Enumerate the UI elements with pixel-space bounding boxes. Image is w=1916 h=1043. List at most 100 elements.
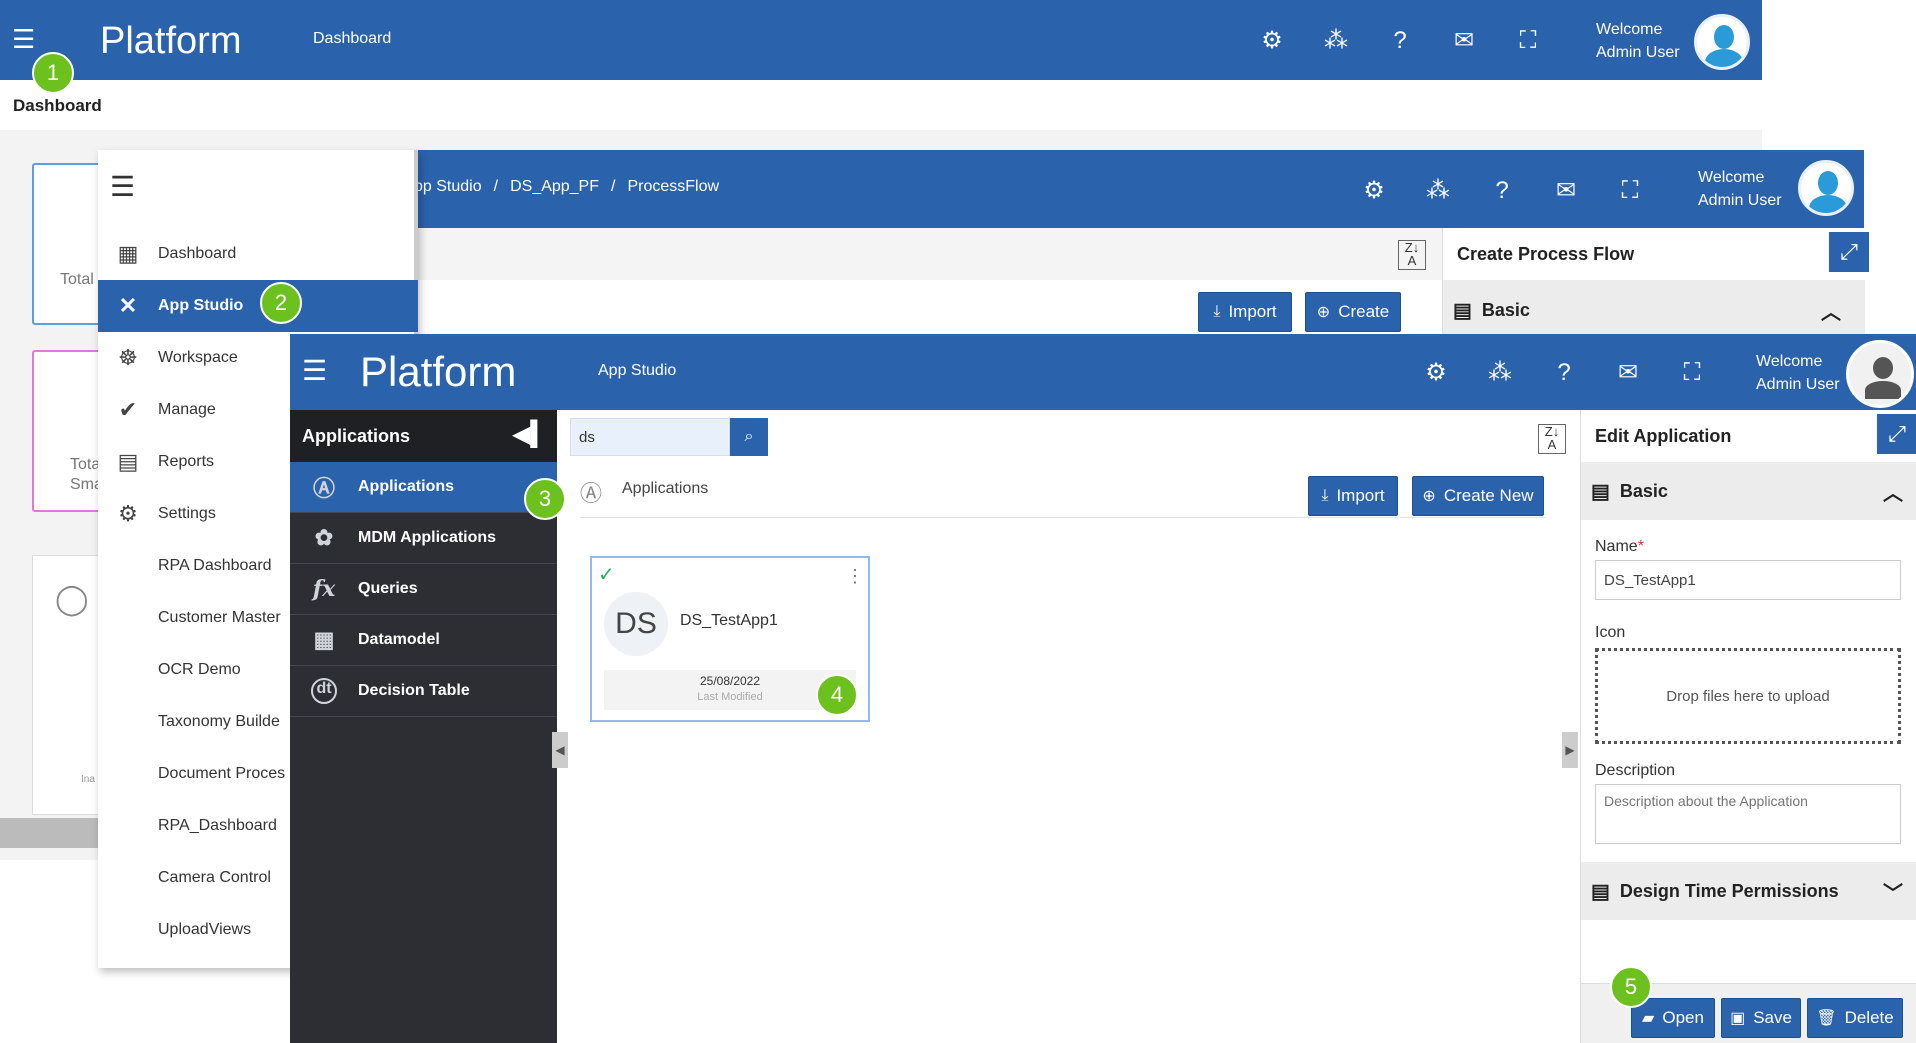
sidebar-item-queries[interactable]: fx Queries xyxy=(290,564,557,615)
dt-icon: dt xyxy=(311,678,337,704)
header-actions: ⚙ ⁂ ? ✉ ⛶ xyxy=(1404,358,1724,387)
header-actions: ⚙ ⁂ ? ✉ ⛶ xyxy=(1342,176,1662,205)
import-button[interactable]: ⤓ Import xyxy=(1308,476,1398,516)
icon-dropzone[interactable]: Drop files here to upload xyxy=(1595,648,1901,744)
applications-icon: Ⓐ xyxy=(312,476,335,501)
step-badge-1: 1 xyxy=(32,52,74,94)
open-button[interactable]: ▰ Open xyxy=(1631,998,1715,1038)
user-circle-icon: ◯ xyxy=(55,583,89,616)
step-badge-4: 4 xyxy=(816,674,858,716)
menu-item-dashboard[interactable]: ▦ Dashboard xyxy=(98,228,418,280)
create-button[interactable]: ⊕ Create xyxy=(1305,292,1401,332)
user-name: Admin User xyxy=(1756,376,1840,393)
processflow-toolbar xyxy=(412,228,1442,280)
appstudio-header: ☰ Platform App Studio ⚙ ⁂ ? ✉ ⛶ Welcome … xyxy=(290,334,1916,410)
app-initials-avatar: DS xyxy=(604,592,668,656)
gear-icon[interactable]: ⚙ xyxy=(1342,176,1406,205)
card-label: Tota xyxy=(70,456,101,473)
network-icon[interactable]: ⁂ xyxy=(1468,358,1532,387)
expand-icon[interactable]: ⤢ xyxy=(1877,414,1916,454)
avatar[interactable] xyxy=(1846,340,1914,408)
form-icon: ▤ xyxy=(1591,480,1610,503)
create-new-button[interactable]: ⊕ Create New xyxy=(1412,476,1544,516)
basic-section-header[interactable]: ▤ Basic ︿ xyxy=(1581,462,1916,520)
search-input[interactable] xyxy=(570,418,730,456)
description-field[interactable] xyxy=(1595,784,1901,844)
applications-icon: Ⓐ xyxy=(580,481,603,506)
mdm-icon: ✿ xyxy=(314,525,334,550)
expand-icon[interactable]: ⤢ xyxy=(1829,232,1869,272)
fullscreen-icon[interactable]: ⛶ xyxy=(1660,359,1724,387)
panel-title: Create Process Flow xyxy=(1457,244,1635,264)
gear-icon[interactable]: ⚙ xyxy=(1240,26,1304,55)
user-name: Admin User xyxy=(1698,192,1782,209)
sidebar-item-applications[interactable]: Ⓐ Applications xyxy=(290,462,557,513)
sort-az-icon[interactable]: Z↓ A xyxy=(1398,240,1426,270)
menu-item-app-studio[interactable]: ✕ App Studio xyxy=(98,280,418,332)
chevron-up-icon: ︿ xyxy=(1883,482,1903,505)
fullscreen-icon[interactable]: ⛶ xyxy=(1496,27,1560,55)
breadcrumb: pp Studio / DS_App_PF / ProcessFlow xyxy=(414,178,719,196)
help-icon[interactable]: ? xyxy=(1368,27,1432,55)
breadcrumb-separator: / xyxy=(493,178,499,195)
mail-icon[interactable]: ✉ xyxy=(1534,176,1598,205)
dashboard-icon: ▦ xyxy=(117,241,139,266)
breadcrumb-separator: / xyxy=(611,178,616,195)
avatar[interactable] xyxy=(1694,14,1750,70)
breadcrumb-item[interactable]: DS_App_PF xyxy=(510,178,599,196)
manage-icon: ✔ xyxy=(118,397,138,422)
sidebar-header: Applications ◀▍ xyxy=(290,410,557,462)
mail-icon[interactable]: ✉ xyxy=(1596,358,1660,387)
welcome-text: Welcome Admin User xyxy=(1698,166,1782,212)
description-label: Description xyxy=(1595,762,1676,779)
applications-section-header: Ⓐ Applications xyxy=(580,462,1546,518)
menu-toggle-icon[interactable]: ☰ xyxy=(302,354,327,387)
edit-application-panel: Edit Application ⤢ ▤ Basic ︿ Name* Icon … xyxy=(1580,410,1916,1043)
required-mark: * xyxy=(1637,538,1644,555)
download-icon: ⤓ xyxy=(1213,303,1221,320)
help-icon[interactable]: ? xyxy=(1532,359,1596,387)
folder-open-icon: ▰ xyxy=(1642,1010,1655,1027)
name-label: Name* xyxy=(1595,538,1644,555)
search-bar: ⌕ xyxy=(570,418,1040,456)
step-badge-3: 3 xyxy=(524,478,566,520)
fx-icon: fx xyxy=(312,576,336,602)
network-icon[interactable]: ⁂ xyxy=(1304,26,1368,55)
sidebar-item-datamodel[interactable]: ▦ Datamodel xyxy=(290,615,557,666)
sidebar-item-decision-table[interactable]: dt Decision Table xyxy=(290,666,557,717)
left-pane-toggle[interactable]: ◀ xyxy=(552,732,568,768)
name-field[interactable] xyxy=(1595,560,1901,600)
collapse-sidebar-icon[interactable]: ◀▍ xyxy=(512,420,549,449)
save-button[interactable]: ▣ Save xyxy=(1721,998,1801,1038)
sort-az-icon[interactable]: Z↓ A xyxy=(1538,424,1566,454)
basic-section-header[interactable]: ▤ Basic ︿ xyxy=(1443,280,1865,340)
help-icon[interactable]: ? xyxy=(1470,177,1534,205)
save-icon: ▣ xyxy=(1730,1010,1746,1027)
delete-button[interactable]: 🗑 Delete xyxy=(1807,998,1903,1038)
form-icon: ▤ xyxy=(1453,299,1472,322)
right-pane-toggle[interactable]: ▶ xyxy=(1562,732,1578,768)
welcome-text: Welcome Admin User xyxy=(1756,350,1840,396)
applications-sidebar: Applications ◀▍ Ⓐ Applications ✿ MDM Appli… xyxy=(290,410,557,1043)
more-menu-icon[interactable]: ⋮ xyxy=(846,566,864,587)
sidebar-title: Applications xyxy=(302,426,411,446)
permissions-section-header[interactable]: ▤ Design Time Permissions ﹀ xyxy=(1581,862,1916,920)
avatar[interactable] xyxy=(1798,160,1854,216)
import-button[interactable]: ⤓ Import xyxy=(1198,292,1292,332)
menu-toggle-icon[interactable]: ☰ xyxy=(12,24,35,55)
network-icon[interactable]: ⁂ xyxy=(1406,176,1470,205)
nav-title: App Studio xyxy=(598,362,677,379)
brand-logo: Platform xyxy=(360,348,517,395)
search-icon: ⌕ xyxy=(744,428,754,445)
menu-collapse-icon[interactable]: ☰ xyxy=(110,170,135,203)
step-badge-5: 5 xyxy=(1610,966,1652,1008)
gear-icon[interactable]: ⚙ xyxy=(1404,358,1468,387)
chevron-down-icon: ﹀ xyxy=(1883,882,1903,905)
sidebar-item-mdm-applications[interactable]: ✿ MDM Applications xyxy=(290,513,557,564)
breadcrumb-item[interactable]: ProcessFlow xyxy=(627,178,719,196)
mail-icon[interactable]: ✉ xyxy=(1432,26,1496,55)
app-name: DS_TestApp1 xyxy=(680,612,778,629)
search-button[interactable]: ⌕ xyxy=(730,418,768,456)
fullscreen-icon[interactable]: ⛶ xyxy=(1598,177,1662,205)
breadcrumb-item[interactable]: pp Studio xyxy=(414,178,482,196)
